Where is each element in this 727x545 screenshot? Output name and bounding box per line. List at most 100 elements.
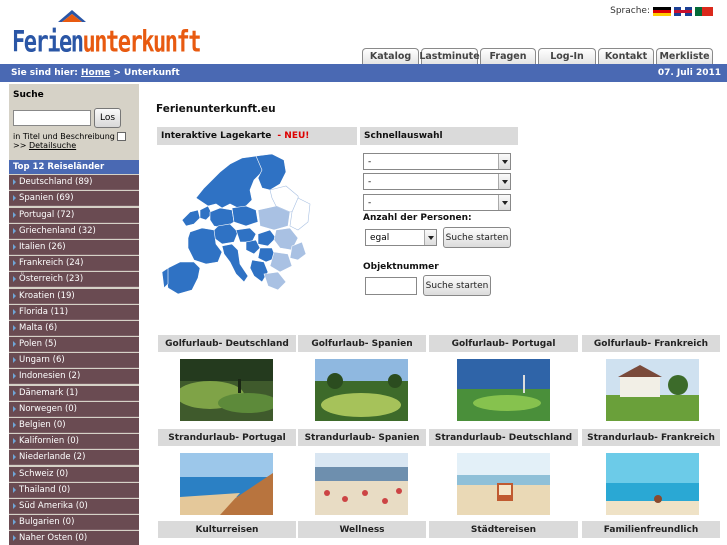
europe-map[interactable] <box>160 150 320 312</box>
sidebar-item-label: Niederlande (2) <box>19 452 86 463</box>
quick-select-1-value: - <box>368 156 372 167</box>
sidebar-item-country[interactable]: Norwegen (0) <box>9 401 139 417</box>
quick-select-2[interactable]: - <box>363 173 511 190</box>
search-button[interactable]: Los <box>94 108 122 128</box>
sidebar-item-label: Österreich (23) <box>19 274 84 285</box>
flag-de-icon[interactable] <box>653 6 671 16</box>
map-header: Interaktive Lagekarte - NEU! <box>157 127 357 145</box>
category-culture[interactable]: Kulturreisen <box>158 521 296 538</box>
sidebar-item-country[interactable]: Kalifornien (0) <box>9 434 139 450</box>
detail-prefix: >> <box>13 141 27 150</box>
sidebar-item-label: Naher Osten (0) <box>19 533 88 544</box>
current-date: 07. Juli 2011 <box>657 68 721 78</box>
quick-search-button[interactable]: Suche starten <box>443 227 511 248</box>
chevron-down-icon <box>424 230 436 245</box>
chevron-down-icon <box>498 195 510 210</box>
sidebar-item-country[interactable]: Indonesien (2) <box>9 369 139 385</box>
beach-de-image[interactable] <box>457 453 550 515</box>
quick-select-2-value: - <box>368 176 372 187</box>
search-panel: Suche Los in Titel und Beschreibung >> D… <box>9 84 139 160</box>
search-title: Suche <box>13 90 44 100</box>
golf-pt-image[interactable] <box>457 359 550 421</box>
tab-lastminute[interactable]: Lastminute <box>419 48 480 64</box>
sidebar-item-country[interactable]: Süd Amerika (0) <box>9 498 139 514</box>
sidebar-item-country[interactable]: Kroatien (19) <box>9 288 139 304</box>
language-label: Sprache: <box>610 6 650 16</box>
category-beach-pt[interactable]: Strandurlaub- Portugal <box>158 429 296 446</box>
sidebar-item-country[interactable]: Niederlande (2) <box>9 450 139 466</box>
category-golf-pt[interactable]: Golfurlaub- Portugal <box>429 335 578 352</box>
golf-es-image[interactable] <box>315 359 408 421</box>
sidebar-item-country[interactable]: Deutschland (89) <box>9 175 139 191</box>
bullet-arrow-icon <box>13 405 16 412</box>
detail-search-link[interactable]: Detailsuche <box>29 141 76 150</box>
category-family[interactable]: Familienfreundlich <box>582 521 720 538</box>
golf-fr-image[interactable] <box>606 359 699 421</box>
search-input[interactable] <box>13 110 91 126</box>
sidebar-item-country[interactable]: Polen (5) <box>9 337 139 353</box>
object-search-button[interactable]: Suche starten <box>423 275 491 296</box>
sidebar-item-country[interactable]: Griechenland (32) <box>9 223 139 239</box>
persons-select[interactable]: egal <box>365 229 437 246</box>
sidebar-item-country[interactable]: Florida (11) <box>9 304 139 320</box>
sidebar-item-label: Kalifornien (0) <box>19 436 80 447</box>
persons-label: Anzahl der Personen: <box>363 213 472 223</box>
beach-fr-image[interactable] <box>606 453 699 515</box>
category-golf-fr[interactable]: Golfurlaub- Frankreich <box>582 335 720 352</box>
sidebar-item-country[interactable]: Naher Osten (0) <box>9 531 139 545</box>
breadcrumb-bar: Sie sind hier: Home > Unterkunft 07. Jul… <box>0 64 727 82</box>
quick-select-header: Schnellauswahl <box>360 127 518 145</box>
quick-select-3[interactable]: - <box>363 194 511 211</box>
sidebar-item-country[interactable]: Malta (6) <box>9 320 139 336</box>
breadcrumb-home-link[interactable]: Home <box>81 68 110 78</box>
category-city[interactable]: Städtereisen <box>429 521 578 538</box>
quick-select-1[interactable]: - <box>363 153 511 170</box>
category-beach-es[interactable]: Strandurlaub- Spanien <box>298 429 426 446</box>
sidebar-item-label: Spanien (69) <box>19 193 74 204</box>
search-option-checkbox[interactable] <box>116 132 126 141</box>
tab-kontakt[interactable]: Kontakt <box>598 48 654 64</box>
bullet-arrow-icon <box>13 308 16 315</box>
sidebar-item-country[interactable]: Frankreich (24) <box>9 256 139 272</box>
bullet-arrow-icon <box>13 341 16 348</box>
beach-es-image[interactable] <box>315 453 408 515</box>
sidebar-item-country[interactable]: Dänemark (1) <box>9 385 139 401</box>
tab-merkliste[interactable]: Merkliste <box>656 48 713 64</box>
bullet-arrow-icon <box>13 502 16 509</box>
object-number-input[interactable] <box>365 277 417 295</box>
sidebar-item-country[interactable]: Ungarn (6) <box>9 353 139 369</box>
sidebar-item-country[interactable]: Schweiz (0) <box>9 466 139 482</box>
tab-fragen[interactable]: Fragen <box>480 48 536 64</box>
sidebar-item-country[interactable]: Spanien (69) <box>9 191 139 207</box>
detail-search: >> Detailsuche <box>13 141 135 150</box>
sidebar-item-country[interactable]: Italien (26) <box>9 239 139 255</box>
bullet-arrow-icon <box>13 535 16 542</box>
new-badge: - NEU! <box>277 131 310 141</box>
category-golf-de[interactable]: Golfurlaub- Deutschland <box>158 335 296 352</box>
tab-login[interactable]: Log-In <box>538 48 596 64</box>
beach-pt-image[interactable] <box>180 453 273 515</box>
sidebar-item-country[interactable]: Österreich (23) <box>9 272 139 288</box>
sidebar-item-country[interactable]: Bulgarien (0) <box>9 515 139 531</box>
bullet-arrow-icon <box>13 470 16 477</box>
bullet-arrow-icon <box>13 211 16 218</box>
quick-select-3-value: - <box>368 197 372 208</box>
sidebar-item-label: Frankreich (24) <box>19 258 84 269</box>
sidebar-item-country[interactable]: Thailand (0) <box>9 482 139 498</box>
site-logo[interactable]: Ferienunterkunft <box>12 8 201 60</box>
category-golf-es[interactable]: Golfurlaub- Spanien <box>298 335 426 352</box>
search-option-label: in Titel und Beschreibung <box>13 132 115 141</box>
category-wellness[interactable]: Wellness <box>298 521 426 538</box>
top-countries-title: Top 12 Reiseländer <box>9 160 139 174</box>
sidebar-item-country[interactable]: Portugal (72) <box>9 207 139 223</box>
sidebar-item-country[interactable]: Belgien (0) <box>9 418 139 433</box>
flag-uk-icon[interactable] <box>674 6 692 16</box>
sidebar-item-label: Florida (11) <box>19 306 69 317</box>
tab-katalog[interactable]: Katalog <box>362 48 419 64</box>
sidebar-item-label: Griechenland (32) <box>19 225 96 236</box>
category-beach-de[interactable]: Strandurlaub- Deutschland <box>429 429 578 446</box>
flag-pt-icon[interactable] <box>695 6 713 16</box>
breadcrumb: Sie sind hier: Home > Unterkunft <box>11 68 180 78</box>
golf-de-image[interactable] <box>180 359 273 421</box>
category-beach-fr[interactable]: Strandurlaub- Frankreich <box>582 429 720 446</box>
